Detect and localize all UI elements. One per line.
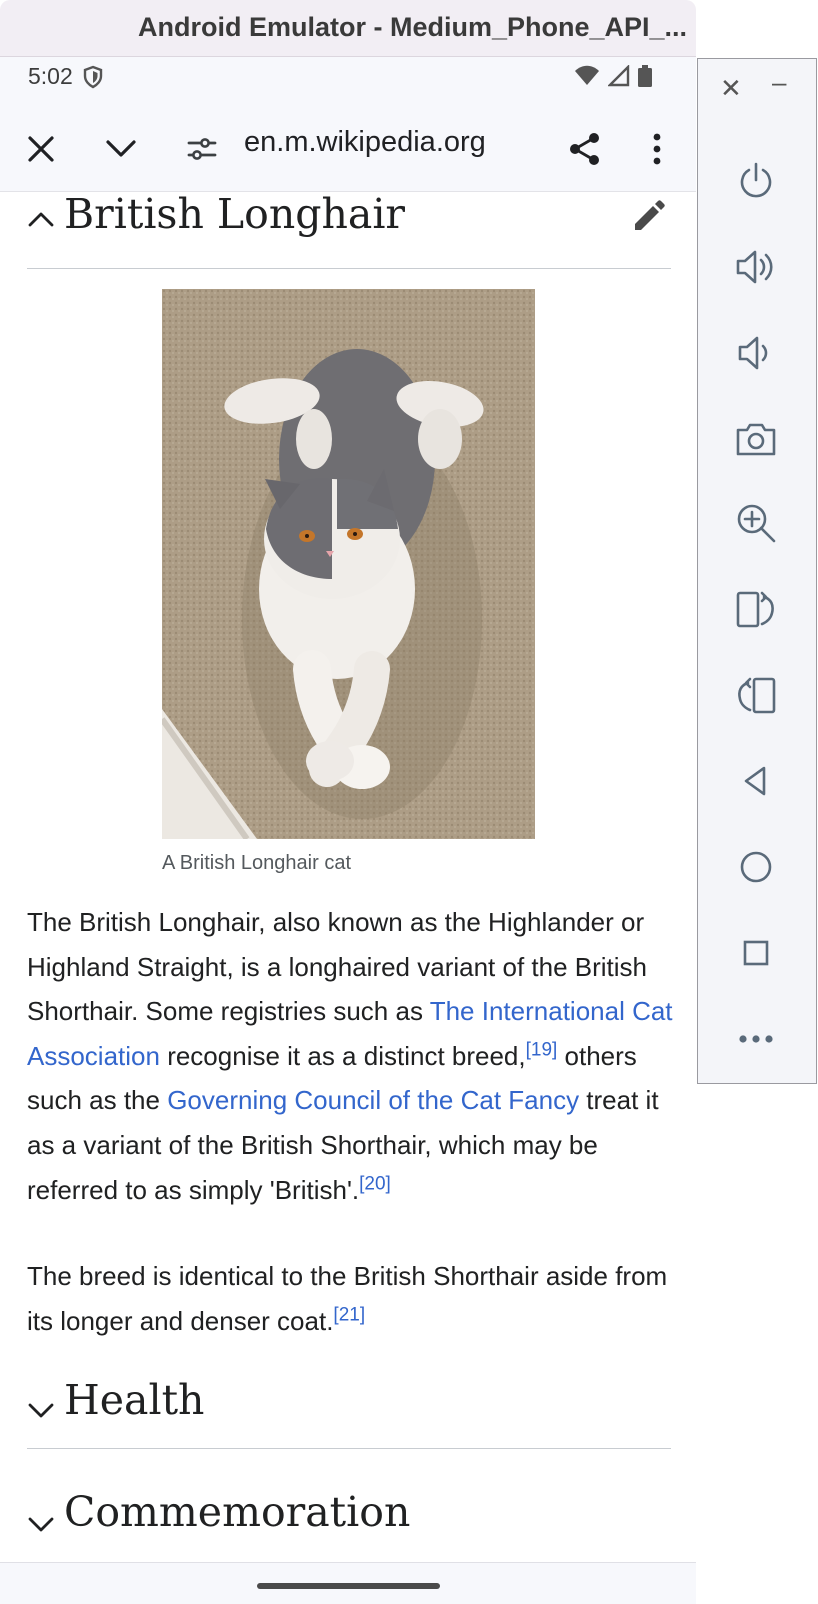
chevron-up-icon: [27, 206, 55, 234]
close-icon[interactable]: ✕: [720, 73, 742, 104]
screenshot-button[interactable]: [728, 411, 784, 467]
paragraph-coat: The breed is identical to the British Sh…: [27, 1254, 677, 1343]
more-menu-button[interactable]: [633, 125, 681, 173]
tune-icon: [187, 138, 217, 160]
section-header-health[interactable]: Health: [27, 1372, 671, 1449]
volume-up-button[interactable]: [728, 239, 784, 295]
emulator-side-toolbar: ✕ –: [697, 58, 817, 1084]
rotate-right-icon: [738, 677, 776, 714]
shield-icon: [82, 65, 104, 94]
share-button[interactable]: [561, 125, 609, 173]
power-icon: [740, 162, 772, 198]
wifi-icon: [574, 65, 600, 92]
volume-up-icon: [736, 250, 773, 284]
gesture-nav-bar: [0, 1562, 696, 1604]
section-header-commemoration[interactable]: Commemoration: [27, 1488, 671, 1562]
browser-toolbar: en.m.wikipedia.org: [0, 109, 696, 192]
home-gesture-handle[interactable]: [257, 1583, 440, 1589]
close-icon: [28, 136, 54, 162]
close-tab-button[interactable]: [17, 125, 65, 173]
battery-icon: [638, 65, 652, 92]
chevron-down-icon: [27, 1510, 55, 1538]
home-button[interactable]: [728, 839, 784, 895]
minimize-icon[interactable]: –: [772, 67, 786, 98]
back-triangle-icon: [744, 766, 766, 796]
status-time: 5:02: [28, 63, 73, 89]
rotate-left-button[interactable]: [728, 581, 784, 637]
chevron-down-icon: [27, 1396, 55, 1424]
minimize-tab-button[interactable]: [97, 125, 145, 173]
zoom-in-icon: [737, 504, 776, 543]
citation-ref[interactable]: [19]: [526, 1039, 558, 1060]
zoom-button[interactable]: [728, 495, 784, 551]
rotate-left-icon: [736, 591, 774, 628]
section-title: Health: [64, 1376, 205, 1424]
section-title: Commemoration: [64, 1488, 411, 1536]
citation-ref[interactable]: [21]: [333, 1304, 365, 1325]
rotate-right-button[interactable]: [728, 667, 784, 723]
more-options-button[interactable]: [728, 1011, 784, 1067]
section-title: British Longhair: [64, 192, 406, 238]
overview-button[interactable]: [728, 925, 784, 981]
more-vert-icon: [653, 133, 661, 165]
signal-icon: [607, 64, 630, 92]
volume-down-button[interactable]: [728, 325, 784, 381]
paragraph-intro: The British Longhair, also known as the …: [27, 900, 677, 1212]
article-content: British Longhair A British Longhair cat …: [0, 192, 696, 1562]
site-settings-button[interactable]: [178, 125, 226, 173]
chevron-down-icon: [106, 140, 136, 157]
status-icons: [574, 64, 652, 92]
more-horiz-icon: [739, 1035, 773, 1043]
paragraph-text: recognise it as a distinct breed,: [159, 1040, 526, 1071]
power-button[interactable]: [728, 153, 784, 209]
back-button[interactable]: [728, 753, 784, 809]
cat-photo[interactable]: [162, 289, 535, 839]
overview-square-icon: [743, 940, 769, 966]
emulator-window: Android Emulator - Medium_Phone_API_... …: [0, 0, 696, 1604]
share-icon: [570, 133, 599, 165]
image-caption: A British Longhair cat: [162, 852, 351, 874]
status-bar: 5:02: [0, 57, 696, 109]
title-bar: Android Emulator - Medium_Phone_API_...: [0, 0, 696, 57]
volume-down-icon: [738, 336, 768, 370]
citation-ref[interactable]: [20]: [359, 1173, 391, 1194]
home-circle-icon: [740, 851, 772, 883]
section-header-british-longhair[interactable]: British Longhair: [27, 192, 671, 269]
edit-pencil-icon[interactable]: [631, 198, 671, 238]
link-gccf[interactable]: Governing Council of the Cat Fancy: [167, 1085, 579, 1115]
window-title: Android Emulator - Medium_Phone_API_...: [138, 12, 688, 42]
camera-icon: [736, 423, 776, 456]
url-bar[interactable]: en.m.wikipedia.org: [244, 126, 486, 159]
